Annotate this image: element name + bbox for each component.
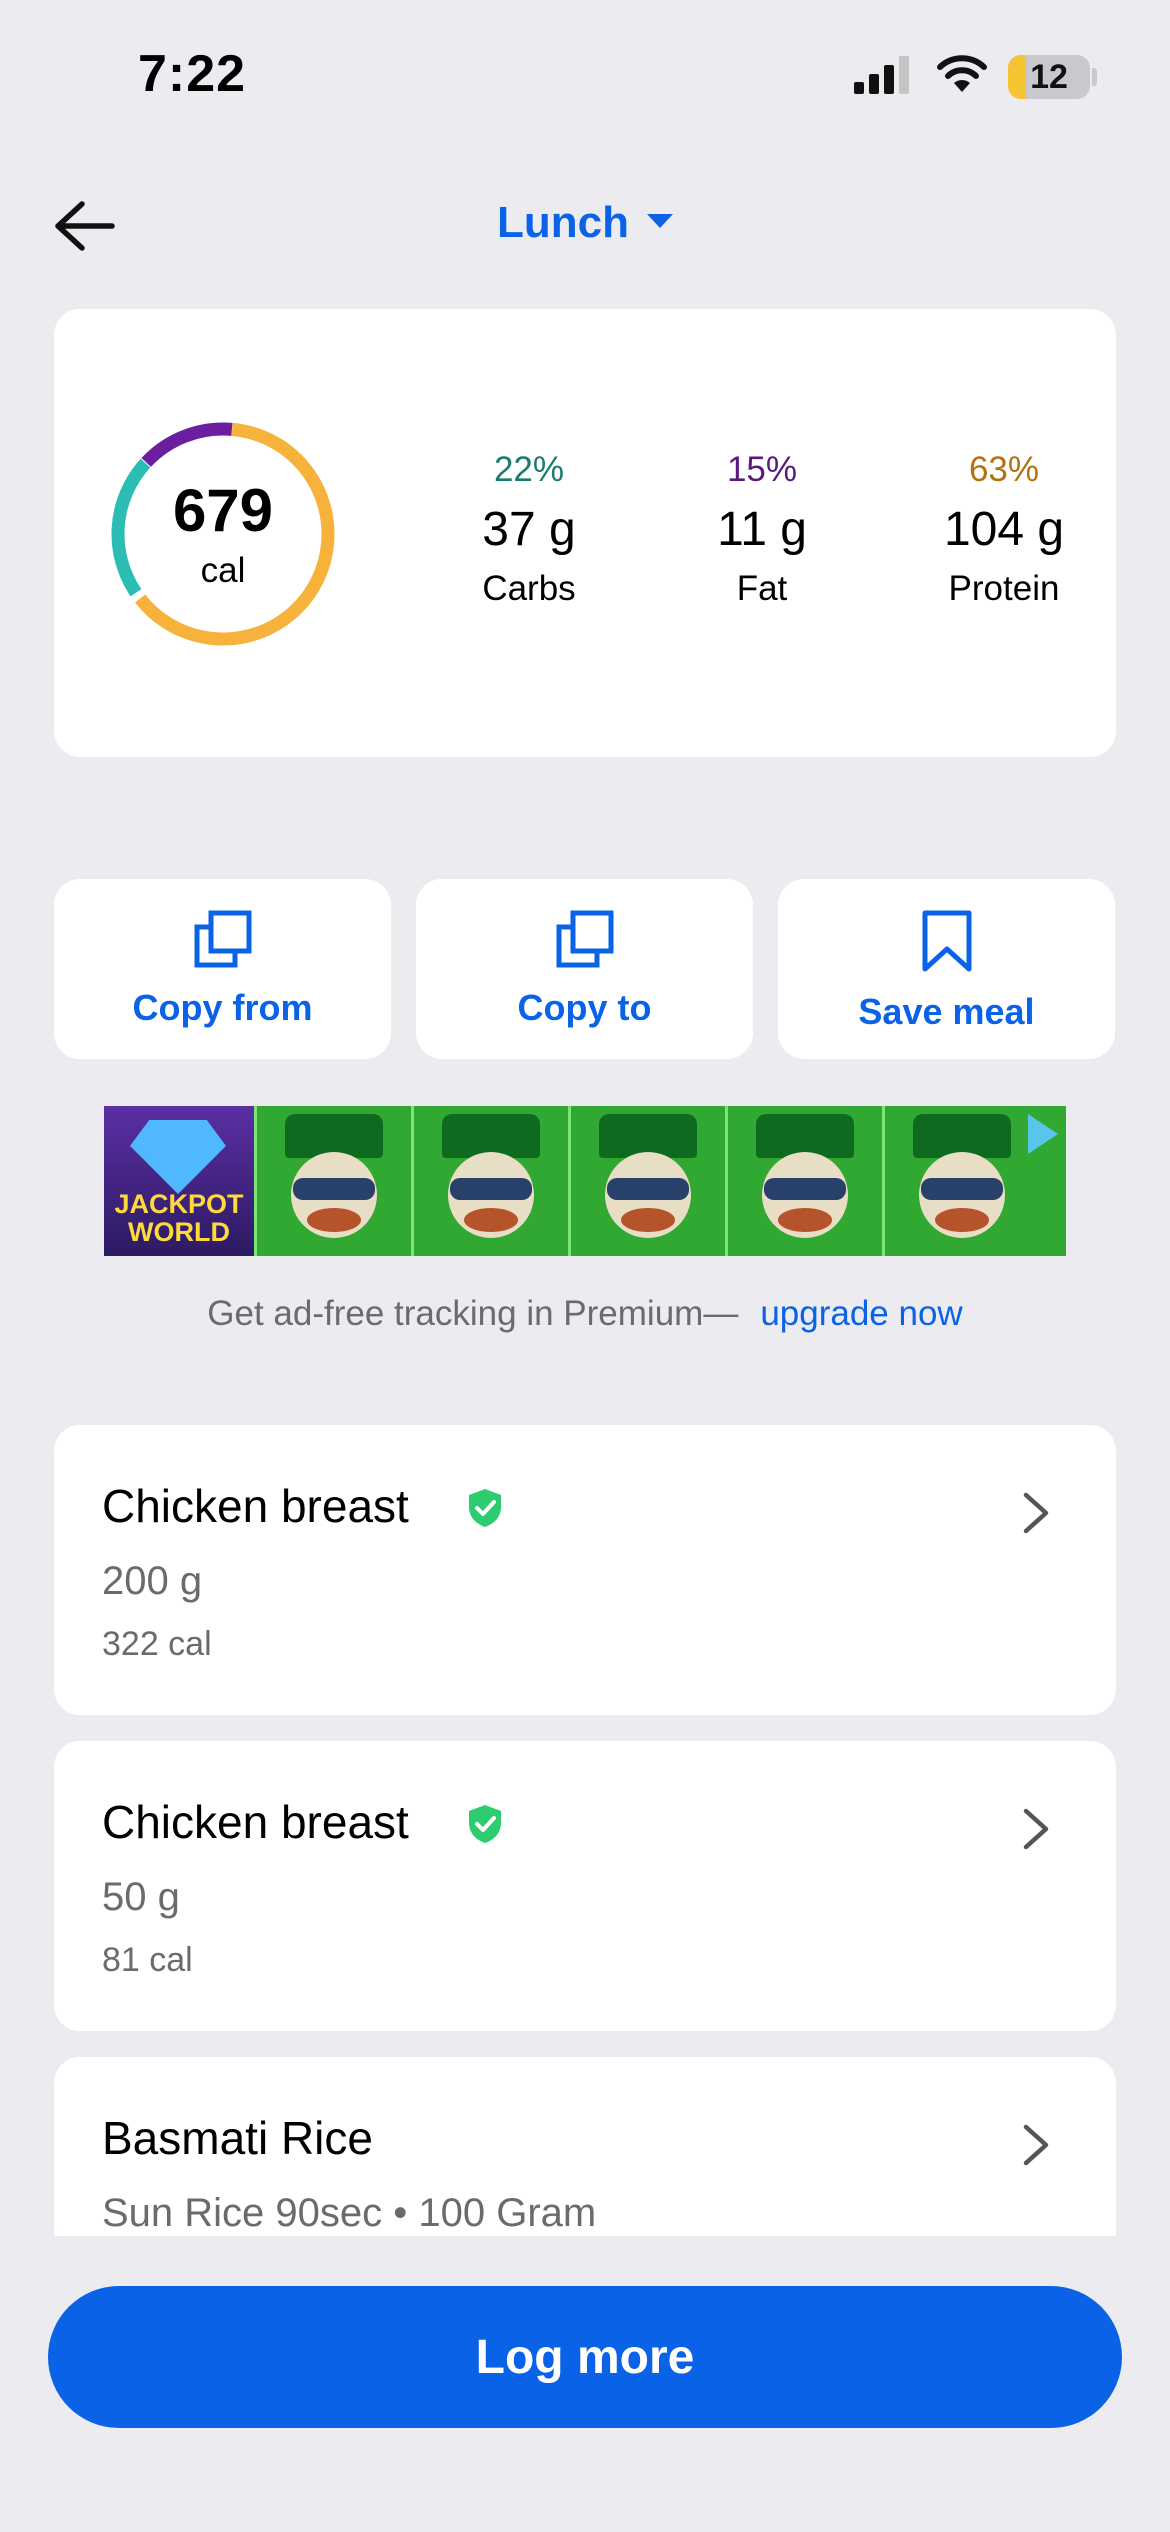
food-amount: 50 g [102,1875,180,1919]
food-amount: Sun Rice 90sec • 100 Gram [102,2191,597,2235]
calorie-unit: cal [200,551,246,590]
ad-tile [568,1106,725,1256]
macro-protein: 63% 104 g Protein [904,450,1104,609]
chevron-down-icon [646,214,673,229]
ad-tile [411,1106,568,1256]
chevron-right-icon [1023,1808,1049,1850]
verified-badge-icon [469,1489,501,1527]
food-name: Chicken breast [102,1796,409,1848]
ad-tile [882,1106,1039,1256]
chevron-right-icon [1023,2124,1049,2166]
meal-title: Lunch [497,198,629,247]
food-amount: 200 g [102,1559,203,1603]
chevron-right-icon [1023,1492,1049,1534]
food-calories: 322 cal [102,1625,212,1663]
food-item[interactable]: Chicken breast 50 g 81 cal [54,1741,1116,2031]
ad-brand-text: JACKPOT WORLD [114,1189,244,1247]
copy-from-label: Copy from [132,987,313,1028]
ad-banner[interactable]: JACKPOT WORLD [104,1106,1066,1256]
macro-carbs-percent: 22% [493,450,565,489]
macro-carbs-label: Carbs [482,569,576,608]
ad-tile [725,1106,882,1256]
food-list: Chicken breast 200 g 322 cal Chicken bre… [0,1360,1170,2236]
save-meal-label: Save meal [858,991,1035,1032]
save-meal-button[interactable]: Save meal [778,879,1115,1059]
diamond-icon [130,1120,226,1194]
status-time: 7:22 [138,45,247,103]
macro-protein-grams: 104 g [943,503,1065,556]
macro-fat-grams: 11 g [717,503,807,556]
premium-promo: Get ad-free tracking in Premium— upgrade … [0,1294,1170,1334]
macro-protein-percent: 63% [968,450,1040,489]
copy-from-button[interactable]: Copy from [54,879,391,1059]
cellular-signal-icon [854,56,909,94]
ad-tile [254,1106,411,1256]
copy-to-button[interactable]: Copy to [416,879,753,1059]
bookmark-icon [922,910,971,972]
food-item[interactable]: Basmati Rice Sun Rice 90sec • 100 Gram [54,2057,1116,2236]
premium-promo-text: Get ad-free tracking in Premium— [207,1294,739,1333]
macro-fat-label: Fat [736,569,788,608]
wifi-icon [937,55,987,92]
food-name: Chicken breast [102,1480,409,1532]
upgrade-now-link[interactable]: upgrade now [760,1294,962,1333]
macro-carbs-grams: 37 g [482,503,576,556]
copy-icon [194,910,251,968]
meal-selector[interactable]: Lunch [0,198,1170,248]
verified-badge-icon [469,1805,501,1843]
food-name: Basmati Rice [102,2112,373,2164]
macro-protein-label: Protein [948,569,1060,608]
battery-level: 12 [1030,58,1068,96]
ad-choices-icon[interactable] [1028,1114,1058,1154]
macro-fat-percent: 15% [726,450,798,489]
battery-tip [1092,68,1097,86]
macro-carbs: 22% 37 g Carbs [429,450,629,609]
battery-icon: 12 [1008,55,1090,99]
copy-icon [556,910,613,968]
food-item[interactable]: Chicken breast 200 g 322 cal [54,1425,1116,1715]
log-more-button[interactable]: Log more [48,2286,1122,2428]
calorie-total: 679 [172,477,274,544]
macro-fat: 15% 11 g Fat [662,450,862,609]
copy-to-label: Copy to [517,987,652,1028]
ad-logo: JACKPOT WORLD [104,1106,254,1256]
food-calories: 81 cal [102,1941,193,1979]
